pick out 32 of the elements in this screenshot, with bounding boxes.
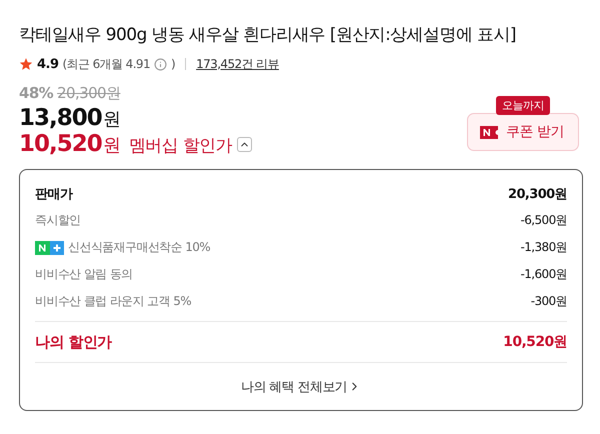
member-price-label: 멤버십 할인가 bbox=[128, 135, 232, 157]
discount-label: 즉시할인 bbox=[35, 212, 81, 229]
discount-amount: -1,600원 bbox=[520, 266, 567, 283]
final-price-label: 나의 할인가 bbox=[35, 332, 112, 352]
final-price: 10,520원 bbox=[503, 333, 567, 351]
discount-amount: 20,300원 bbox=[508, 186, 567, 202]
discount-label: 신선식품재구매선착순 10% bbox=[68, 239, 210, 256]
discount-amount: -300원 bbox=[530, 293, 567, 310]
rating-score: 4.9 bbox=[37, 56, 59, 72]
discount-amount: -6,500원 bbox=[520, 212, 567, 229]
deadline-badge: 오늘까지 bbox=[496, 96, 550, 115]
coupon-icon bbox=[480, 126, 498, 138]
coupon-button[interactable]: 쿠폰 받기 bbox=[467, 113, 579, 151]
info-icon[interactable] bbox=[154, 58, 167, 70]
membership-icon bbox=[35, 240, 64, 254]
price-unit: 원 bbox=[102, 134, 121, 157]
sale-price: 13,800 bbox=[19, 105, 102, 131]
price-unit: 원 bbox=[102, 108, 121, 131]
member-price: 10,520 bbox=[19, 131, 102, 157]
product-title: 칵테일새우 900g 냉동 새우살 흰다리새우 [원산지:상세설명에 표시] bbox=[19, 24, 517, 47]
discount-label: 비비수산 클럽 라운지 고객 5% bbox=[35, 293, 192, 310]
review-count-link[interactable]: 173,452건 리뷰 bbox=[196, 56, 279, 72]
view-benefits-link[interactable]: 나의 혜택 전체보기 bbox=[234, 363, 368, 410]
discount-rate: 48% bbox=[19, 84, 54, 103]
toggle-button[interactable] bbox=[236, 136, 252, 152]
star-icon bbox=[19, 57, 33, 71]
original-price: 20,300원 bbox=[57, 84, 120, 103]
discount-label: 비비수산 알림 동의 bbox=[35, 266, 133, 283]
recent-rating: (최근 6개월 4.91 bbox=[62, 56, 150, 72]
discount-label: 판매가 bbox=[35, 186, 72, 202]
discount-amount: -1,380원 bbox=[520, 239, 567, 256]
paren-text: ) bbox=[171, 57, 176, 71]
